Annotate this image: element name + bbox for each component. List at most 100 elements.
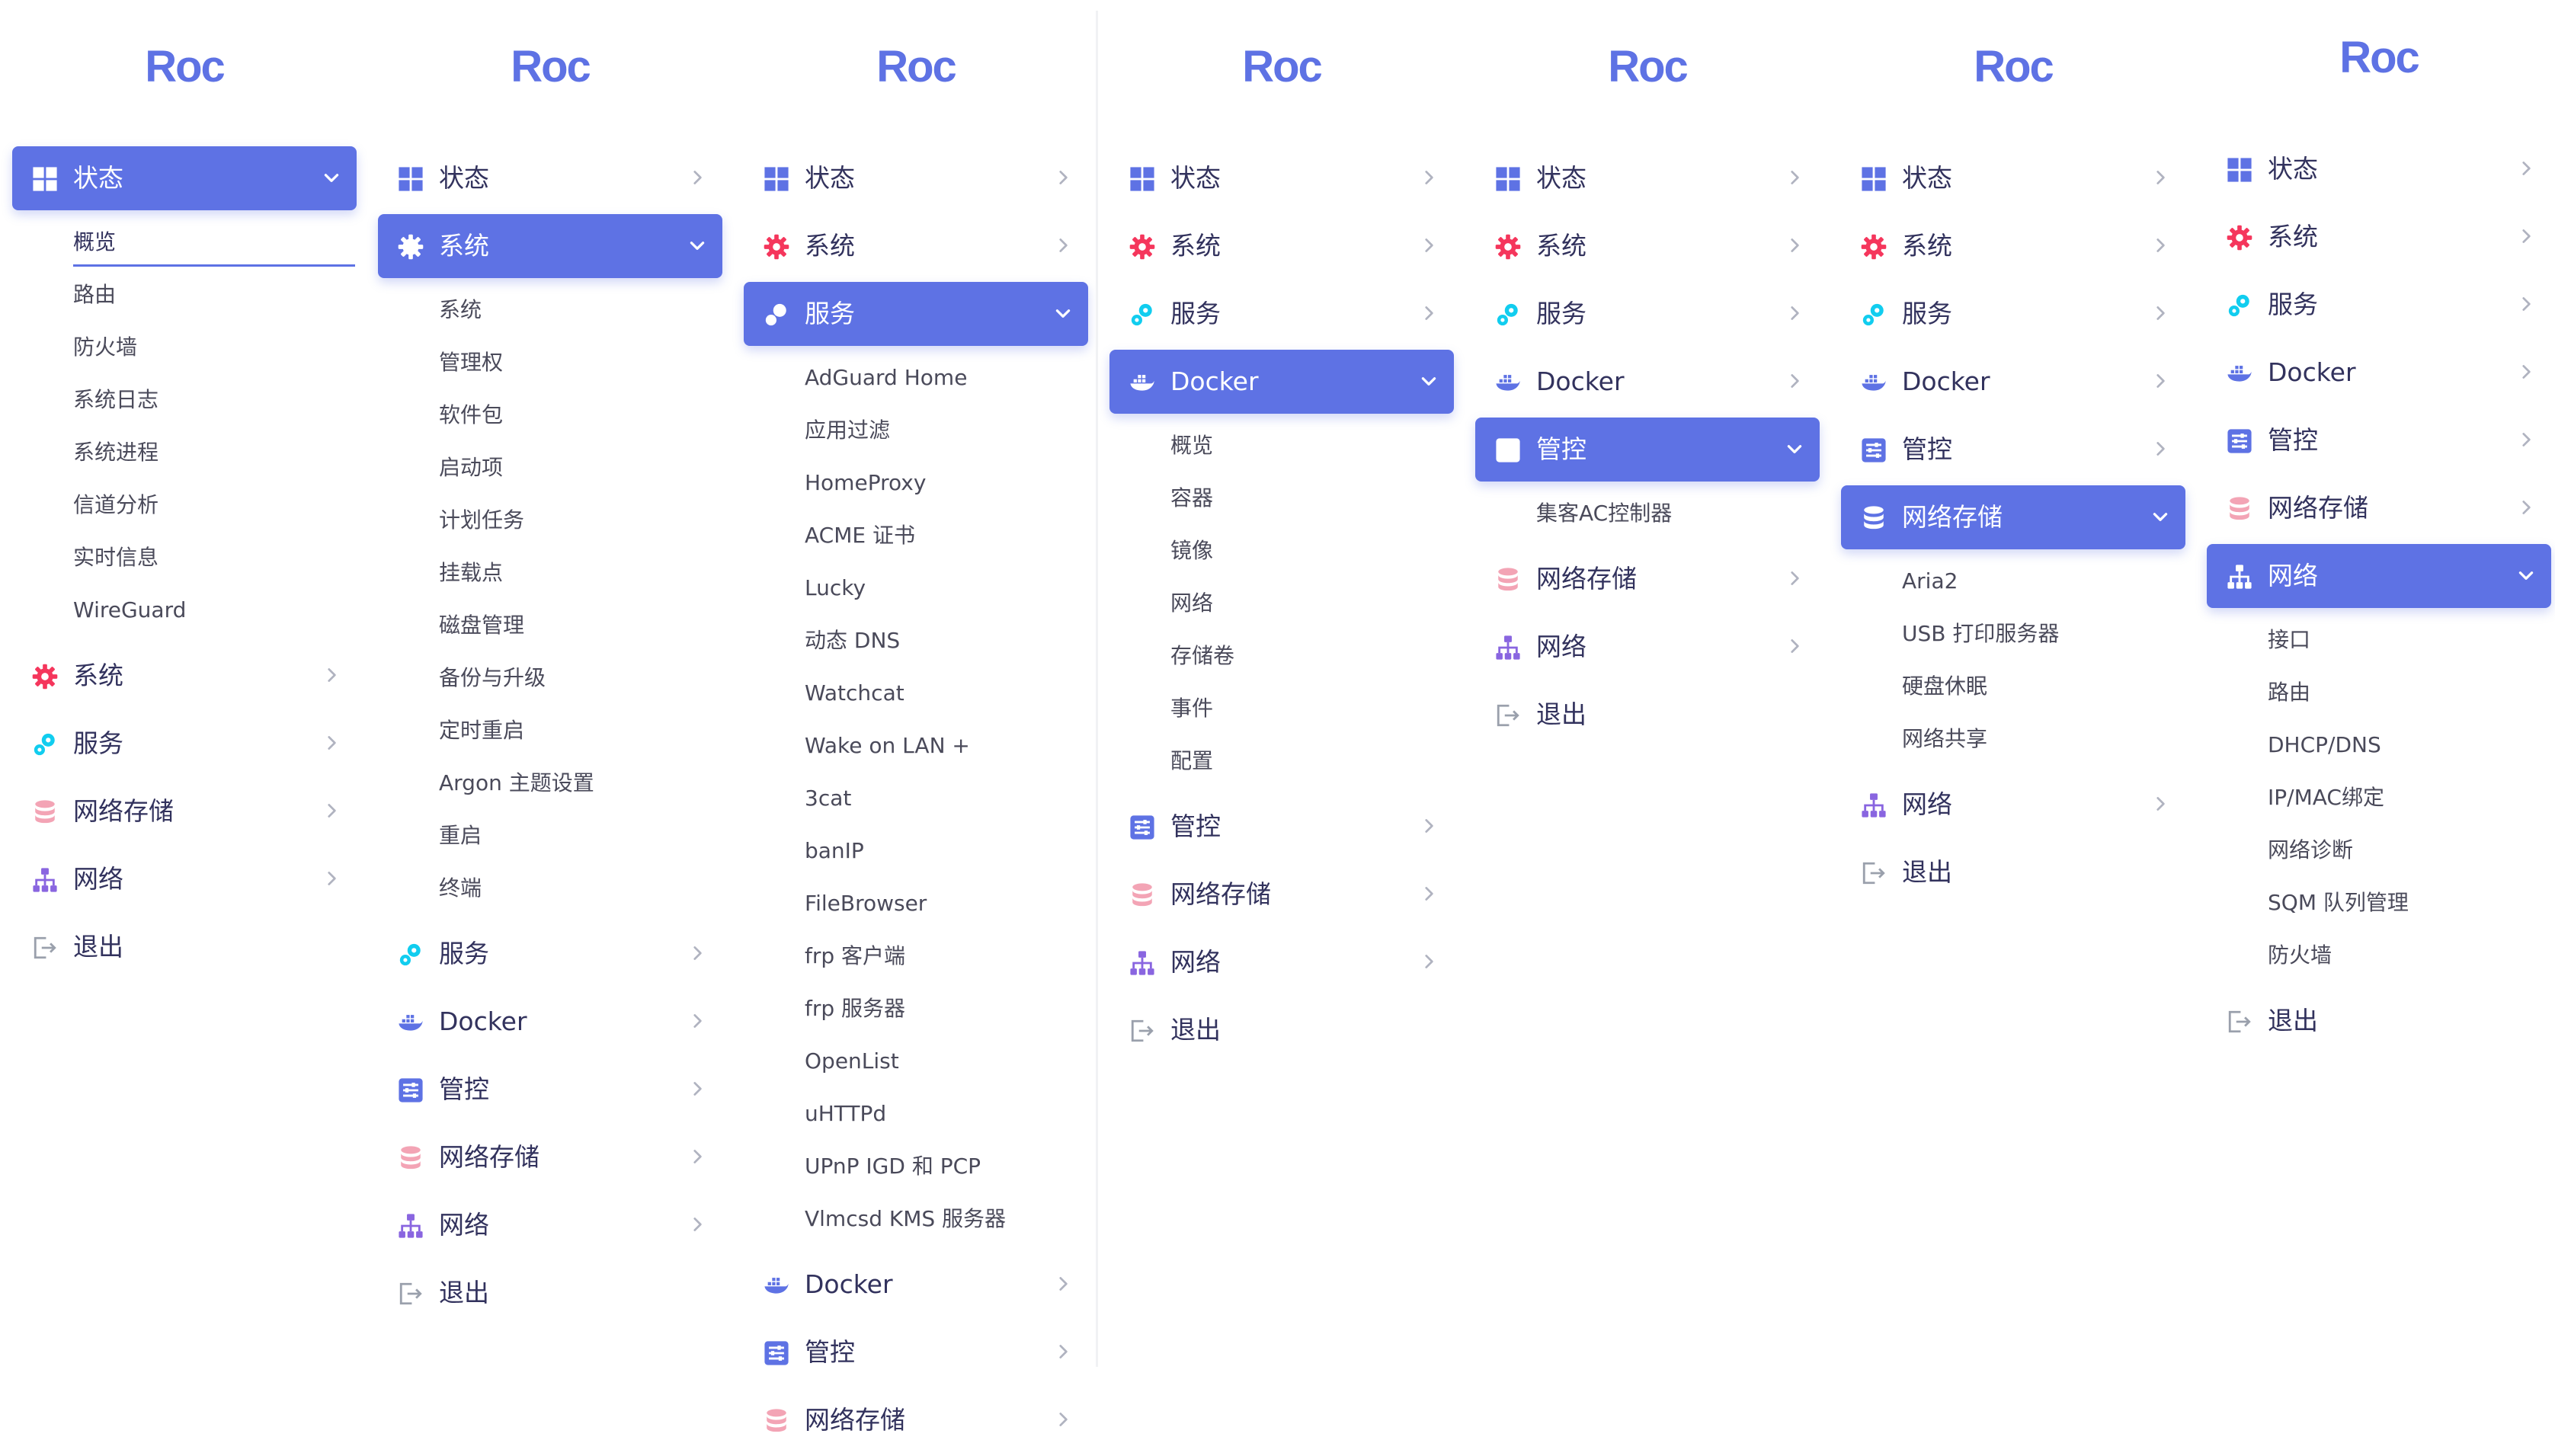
menu-item-system[interactable]: 系统 <box>1109 214 1454 278</box>
submenu-item[interactable]: frp 服务器 <box>744 984 1088 1036</box>
submenu-item[interactable]: 管理权 <box>378 338 722 390</box>
menu-item-nas[interactable]: 网络存储 <box>744 1388 1088 1452</box>
submenu-item[interactable]: 防火墙 <box>12 322 357 375</box>
menu-item-status[interactable]: 状态 <box>1109 146 1454 210</box>
menu-item-control[interactable]: 管控 <box>378 1058 722 1122</box>
submenu-item[interactable]: 系统进程 <box>12 427 357 480</box>
submenu-item[interactable]: 软件包 <box>378 390 722 443</box>
submenu-item[interactable]: Aria2 <box>1841 556 2185 609</box>
menu-item-control[interactable]: 管控 <box>2207 408 2551 472</box>
menu-item-network[interactable]: 网络 <box>12 847 357 911</box>
submenu-item[interactable]: 备份与升级 <box>378 653 722 706</box>
submenu-item[interactable]: 启动项 <box>378 443 722 495</box>
menu-item-system[interactable]: 系统 <box>1475 214 1820 278</box>
menu-item-system[interactable]: 系统 <box>12 644 357 708</box>
menu-item-status[interactable]: 状态 <box>378 146 722 210</box>
submenu-item[interactable]: 3cat <box>744 773 1088 826</box>
menu-item-control[interactable]: 管控 <box>1841 418 2185 482</box>
menu-item-nas[interactable]: 网络存储 <box>12 779 357 843</box>
menu-item-docker[interactable]: Docker <box>378 990 722 1054</box>
menu-item-system[interactable]: 系统 <box>378 214 722 278</box>
submenu-item[interactable]: FileBrowser <box>744 878 1088 931</box>
menu-item-status[interactable]: 状态 <box>744 146 1088 210</box>
menu-item-network[interactable]: 网络 <box>1109 930 1454 994</box>
menu-item-docker[interactable]: Docker <box>1475 350 1820 414</box>
menu-item-docker[interactable]: Docker <box>1841 350 2185 414</box>
menu-item-network[interactable]: 网络 <box>1841 773 2185 837</box>
submenu-item[interactable]: Wake on LAN + <box>744 721 1088 773</box>
menu-item-status[interactable]: 状态 <box>12 146 357 210</box>
menu-item-control[interactable]: 管控 <box>1475 418 1820 482</box>
submenu-item[interactable]: 接口 <box>2207 615 2551 667</box>
menu-item-status[interactable]: 状态 <box>1841 146 2185 210</box>
submenu-item[interactable]: 系统 <box>378 285 722 338</box>
submenu-item[interactable]: 网络 <box>1109 578 1454 631</box>
submenu-item[interactable]: banIP <box>744 826 1088 878</box>
menu-item-logout[interactable]: 退出 <box>12 915 357 979</box>
menu-item-logout[interactable]: 退出 <box>2207 989 2551 1053</box>
menu-item-system[interactable]: 系统 <box>744 214 1088 278</box>
menu-item-services[interactable]: 服务 <box>12 712 357 776</box>
menu-item-services[interactable]: 服务 <box>744 282 1088 346</box>
submenu-item[interactable]: Watchcat <box>744 668 1088 721</box>
submenu-item[interactable]: 实时信息 <box>12 533 357 585</box>
menu-item-nas[interactable]: 网络存储 <box>1841 485 2185 549</box>
submenu-item[interactable]: uHTTPd <box>744 1089 1088 1141</box>
submenu-item[interactable]: USB 打印服务器 <box>1841 609 2185 661</box>
submenu-item[interactable]: 挂载点 <box>378 548 722 600</box>
submenu-item[interactable]: 镜像 <box>1109 526 1454 578</box>
submenu-item[interactable]: Vlmcsd KMS 服务器 <box>744 1194 1088 1246</box>
submenu-item[interactable]: 配置 <box>1109 736 1454 789</box>
menu-item-docker[interactable]: Docker <box>2207 341 2551 405</box>
menu-item-services[interactable]: 服务 <box>1841 282 2185 346</box>
submenu-item[interactable]: UPnP IGD 和 PCP <box>744 1141 1088 1194</box>
submenu-item[interactable]: AdGuard Home <box>744 353 1088 405</box>
submenu-item[interactable]: 路由 <box>12 270 357 322</box>
submenu-item[interactable]: WireGuard <box>12 585 357 638</box>
submenu-item[interactable]: 概览 <box>1109 421 1454 473</box>
menu-item-control[interactable]: 管控 <box>744 1320 1088 1384</box>
submenu-item[interactable]: 防火墙 <box>2207 930 2551 983</box>
menu-item-system[interactable]: 系统 <box>1841 214 2185 278</box>
submenu-item[interactable]: 磁盘管理 <box>378 600 722 653</box>
menu-item-nas[interactable]: 网络存储 <box>2207 476 2551 540</box>
menu-item-status[interactable]: 状态 <box>1475 146 1820 210</box>
menu-item-logout[interactable]: 退出 <box>1109 998 1454 1062</box>
menu-item-services[interactable]: 服务 <box>2207 273 2551 337</box>
submenu-item[interactable]: 硬盘休眠 <box>1841 661 2185 714</box>
menu-item-docker[interactable]: Docker <box>1109 350 1454 414</box>
submenu-item[interactable]: SQM 队列管理 <box>2207 878 2551 930</box>
menu-item-docker[interactable]: Docker <box>744 1253 1088 1317</box>
menu-item-network[interactable]: 网络 <box>1475 615 1820 679</box>
menu-item-control[interactable]: 管控 <box>1109 795 1454 859</box>
submenu-item[interactable]: Argon 主题设置 <box>378 758 722 811</box>
submenu-item[interactable]: 终端 <box>378 863 722 916</box>
submenu-item[interactable]: frp 客户端 <box>744 931 1088 984</box>
submenu-item[interactable]: 系统日志 <box>12 375 357 427</box>
submenu-item[interactable]: Lucky <box>744 563 1088 616</box>
menu-item-network[interactable]: 网络 <box>378 1193 722 1257</box>
menu-item-system[interactable]: 系统 <box>2207 205 2551 269</box>
submenu-item[interactable]: 重启 <box>378 811 722 863</box>
menu-item-network[interactable]: 网络 <box>2207 544 2551 608</box>
submenu-item[interactable]: DHCP/DNS <box>2207 720 2551 773</box>
submenu-item[interactable]: 路由 <box>2207 667 2551 720</box>
menu-item-services[interactable]: 服务 <box>378 922 722 986</box>
submenu-item[interactable]: 网络共享 <box>1841 714 2185 766</box>
menu-item-services[interactable]: 服务 <box>1109 282 1454 346</box>
submenu-item[interactable]: 事件 <box>1109 683 1454 736</box>
submenu-item[interactable]: 网络诊断 <box>2207 825 2551 878</box>
menu-item-nas[interactable]: 网络存储 <box>1475 547 1820 611</box>
menu-item-logout[interactable]: 退出 <box>1475 683 1820 747</box>
submenu-item[interactable]: 存储卷 <box>1109 631 1454 683</box>
submenu-item[interactable]: ACME 证书 <box>744 510 1088 563</box>
menu-item-nas[interactable]: 网络存储 <box>378 1125 722 1189</box>
submenu-item[interactable]: 容器 <box>1109 473 1454 526</box>
menu-item-nas[interactable]: 网络存储 <box>1109 862 1454 926</box>
submenu-item[interactable]: IP/MAC绑定 <box>2207 773 2551 825</box>
submenu-item[interactable]: 概览 <box>12 217 357 270</box>
submenu-item[interactable]: OpenList <box>744 1036 1088 1089</box>
submenu-item[interactable]: HomeProxy <box>744 458 1088 510</box>
menu-item-logout[interactable]: 退出 <box>1841 840 2185 904</box>
menu-item-logout[interactable]: 退出 <box>378 1261 722 1325</box>
